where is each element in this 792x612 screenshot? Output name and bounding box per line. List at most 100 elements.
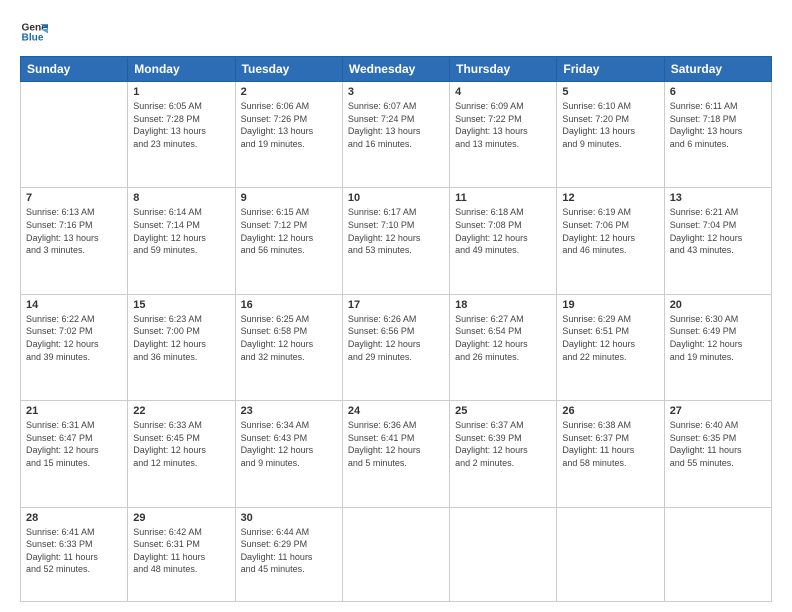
calendar-cell: 22 Sunrise: 6:33 AM Sunset: 6:45 PM Dayli… xyxy=(128,401,235,507)
calendar-cell: 29 Sunrise: 6:42 AM Sunset: 6:31 PM Dayli… xyxy=(128,507,235,601)
day-content: Sunrise: 6:38 AM Sunset: 6:37 PM Dayligh… xyxy=(562,419,658,469)
day-number: 7 xyxy=(26,192,122,204)
day-header: Thursday xyxy=(450,57,557,82)
day-number: 6 xyxy=(670,86,766,98)
day-number: 4 xyxy=(455,86,551,98)
day-number: 15 xyxy=(133,299,229,311)
calendar-cell: 27Sunrise: 6:40 AM Sunset: 6:35 PM Dayli… xyxy=(664,401,771,507)
calendar-cell xyxy=(450,507,557,601)
calendar-cell: 6 Sunrise: 6:11 AM Sunset: 7:18 PM Daylig… xyxy=(664,82,771,188)
calendar-cell: 5 Sunrise: 6:10 AM Sunset: 7:20 PM Daylig… xyxy=(557,82,664,188)
day-number: 16 xyxy=(241,299,337,311)
calendar-cell: 21 Sunrise: 6:31 AM Sunset: 6:47 PM Dayli… xyxy=(21,401,128,507)
calendar-cell: 9 Sunrise: 6:15 AM Sunset: 7:12 PM Daylig… xyxy=(235,188,342,294)
calendar-cell: 10 Sunrise: 6:17 AM Sunset: 7:10 PM Dayli… xyxy=(342,188,449,294)
day-content: Sunrise: 6:29 AM Sunset: 6:51 PM Dayligh… xyxy=(562,313,658,363)
day-content: Sunrise: 6:37 AM Sunset: 6:39 PM Dayligh… xyxy=(455,419,551,469)
day-content: Sunrise: 6:23 AM Sunset: 7:00 PM Dayligh… xyxy=(133,313,229,363)
calendar-cell: 26 Sunrise: 6:38 AM Sunset: 6:37 PM Dayli… xyxy=(557,401,664,507)
day-number: 29 xyxy=(133,512,229,524)
day-content: Sunrise: 6:22 AM Sunset: 7:02 PM Dayligh… xyxy=(26,313,122,363)
day-number: 30 xyxy=(241,512,337,524)
day-content: Sunrise: 6:42 AM Sunset: 6:31 PM Dayligh… xyxy=(133,526,229,576)
day-number: 22 xyxy=(133,405,229,417)
calendar-cell: 13 Sunrise: 6:21 AM Sunset: 7:04 PM Dayli… xyxy=(664,188,771,294)
day-header: Friday xyxy=(557,57,664,82)
calendar-page: General Blue SundayMondayTuesdayWednesda… xyxy=(0,0,792,612)
calendar-week-row: 1 Sunrise: 6:05 AM Sunset: 7:28 PM Daylig… xyxy=(21,82,772,188)
calendar-week-row: 28 Sunrise: 6:41 AM Sunset: 6:33 PM Dayli… xyxy=(21,507,772,601)
day-number: 10 xyxy=(348,192,444,204)
calendar-cell xyxy=(21,82,128,188)
day-header: Saturday xyxy=(664,57,771,82)
day-content: Sunrise: 6:18 AM Sunset: 7:08 PM Dayligh… xyxy=(455,206,551,256)
day-content: Sunrise: 6:33 AM Sunset: 6:45 PM Dayligh… xyxy=(133,419,229,469)
day-content: Sunrise: 6:06 AM Sunset: 7:26 PM Dayligh… xyxy=(241,100,337,150)
header: General Blue xyxy=(20,18,772,46)
day-number: 9 xyxy=(241,192,337,204)
day-number: 23 xyxy=(241,405,337,417)
calendar-cell: 1 Sunrise: 6:05 AM Sunset: 7:28 PM Daylig… xyxy=(128,82,235,188)
day-content: Sunrise: 6:31 AM Sunset: 6:47 PM Dayligh… xyxy=(26,419,122,469)
days-header-row: SundayMondayTuesdayWednesdayThursdayFrid… xyxy=(21,57,772,82)
day-content: Sunrise: 6:13 AM Sunset: 7:16 PM Dayligh… xyxy=(26,206,122,256)
calendar-body: 1 Sunrise: 6:05 AM Sunset: 7:28 PM Daylig… xyxy=(21,82,772,602)
day-number: 24 xyxy=(348,405,444,417)
day-number: 5 xyxy=(562,86,658,98)
day-number: 17 xyxy=(348,299,444,311)
calendar-cell xyxy=(557,507,664,601)
day-number: 26 xyxy=(562,405,658,417)
day-content: Sunrise: 6:21 AM Sunset: 7:04 PM Dayligh… xyxy=(670,206,766,256)
calendar-cell: 30 Sunrise: 6:44 AM Sunset: 6:29 PM Dayli… xyxy=(235,507,342,601)
calendar-cell: 24 Sunrise: 6:36 AM Sunset: 6:41 PM Dayli… xyxy=(342,401,449,507)
day-number: 19 xyxy=(562,299,658,311)
day-content: Sunrise: 6:15 AM Sunset: 7:12 PM Dayligh… xyxy=(241,206,337,256)
calendar-cell: 2 Sunrise: 6:06 AM Sunset: 7:26 PM Daylig… xyxy=(235,82,342,188)
calendar-cell: 3 Sunrise: 6:07 AM Sunset: 7:24 PM Daylig… xyxy=(342,82,449,188)
calendar-cell: 23Sunrise: 6:34 AM Sunset: 6:43 PM Dayli… xyxy=(235,401,342,507)
day-number: 11 xyxy=(455,192,551,204)
day-content: Sunrise: 6:19 AM Sunset: 7:06 PM Dayligh… xyxy=(562,206,658,256)
day-content: Sunrise: 6:27 AM Sunset: 6:54 PM Dayligh… xyxy=(455,313,551,363)
day-number: 25 xyxy=(455,405,551,417)
day-number: 8 xyxy=(133,192,229,204)
day-number: 21 xyxy=(26,405,122,417)
calendar-cell: 18Sunrise: 6:27 AM Sunset: 6:54 PM Dayli… xyxy=(450,294,557,400)
calendar-cell: 25 Sunrise: 6:37 AM Sunset: 6:39 PM Dayli… xyxy=(450,401,557,507)
day-number: 20 xyxy=(670,299,766,311)
calendar-cell: 14Sunrise: 6:22 AM Sunset: 7:02 PM Dayli… xyxy=(21,294,128,400)
calendar-week-row: 21 Sunrise: 6:31 AM Sunset: 6:47 PM Dayli… xyxy=(21,401,772,507)
day-content: Sunrise: 6:26 AM Sunset: 6:56 PM Dayligh… xyxy=(348,313,444,363)
calendar-cell: 7 Sunrise: 6:13 AM Sunset: 7:16 PM Daylig… xyxy=(21,188,128,294)
day-content: Sunrise: 6:17 AM Sunset: 7:10 PM Dayligh… xyxy=(348,206,444,256)
day-number: 13 xyxy=(670,192,766,204)
calendar-cell xyxy=(664,507,771,601)
day-number: 3 xyxy=(348,86,444,98)
day-number: 12 xyxy=(562,192,658,204)
calendar-week-row: 14Sunrise: 6:22 AM Sunset: 7:02 PM Dayli… xyxy=(21,294,772,400)
calendar-week-row: 7 Sunrise: 6:13 AM Sunset: 7:16 PM Daylig… xyxy=(21,188,772,294)
day-number: 2 xyxy=(241,86,337,98)
day-content: Sunrise: 6:14 AM Sunset: 7:14 PM Dayligh… xyxy=(133,206,229,256)
day-content: Sunrise: 6:41 AM Sunset: 6:33 PM Dayligh… xyxy=(26,526,122,576)
calendar-cell: 12 Sunrise: 6:19 AM Sunset: 7:06 PM Dayli… xyxy=(557,188,664,294)
day-number: 28 xyxy=(26,512,122,524)
day-header: Wednesday xyxy=(342,57,449,82)
day-content: Sunrise: 6:07 AM Sunset: 7:24 PM Dayligh… xyxy=(348,100,444,150)
calendar-table: SundayMondayTuesdayWednesdayThursdayFrid… xyxy=(20,56,772,602)
day-content: Sunrise: 6:10 AM Sunset: 7:20 PM Dayligh… xyxy=(562,100,658,150)
calendar-cell: 8 Sunrise: 6:14 AM Sunset: 7:14 PM Daylig… xyxy=(128,188,235,294)
day-content: Sunrise: 6:44 AM Sunset: 6:29 PM Dayligh… xyxy=(241,526,337,576)
day-header: Sunday xyxy=(21,57,128,82)
calendar-cell: 20Sunrise: 6:30 AM Sunset: 6:49 PM Dayli… xyxy=(664,294,771,400)
calendar-cell: 28 Sunrise: 6:41 AM Sunset: 6:33 PM Dayli… xyxy=(21,507,128,601)
logo-icon: General Blue xyxy=(20,18,48,46)
day-number: 1 xyxy=(133,86,229,98)
day-content: Sunrise: 6:36 AM Sunset: 6:41 PM Dayligh… xyxy=(348,419,444,469)
day-content: Sunrise: 6:05 AM Sunset: 7:28 PM Dayligh… xyxy=(133,100,229,150)
calendar: SundayMondayTuesdayWednesdayThursdayFrid… xyxy=(20,56,772,602)
calendar-header: SundayMondayTuesdayWednesdayThursdayFrid… xyxy=(21,57,772,82)
day-content: Sunrise: 6:25 AM Sunset: 6:58 PM Dayligh… xyxy=(241,313,337,363)
day-content: Sunrise: 6:11 AM Sunset: 7:18 PM Dayligh… xyxy=(670,100,766,150)
logo: General Blue xyxy=(20,18,48,46)
